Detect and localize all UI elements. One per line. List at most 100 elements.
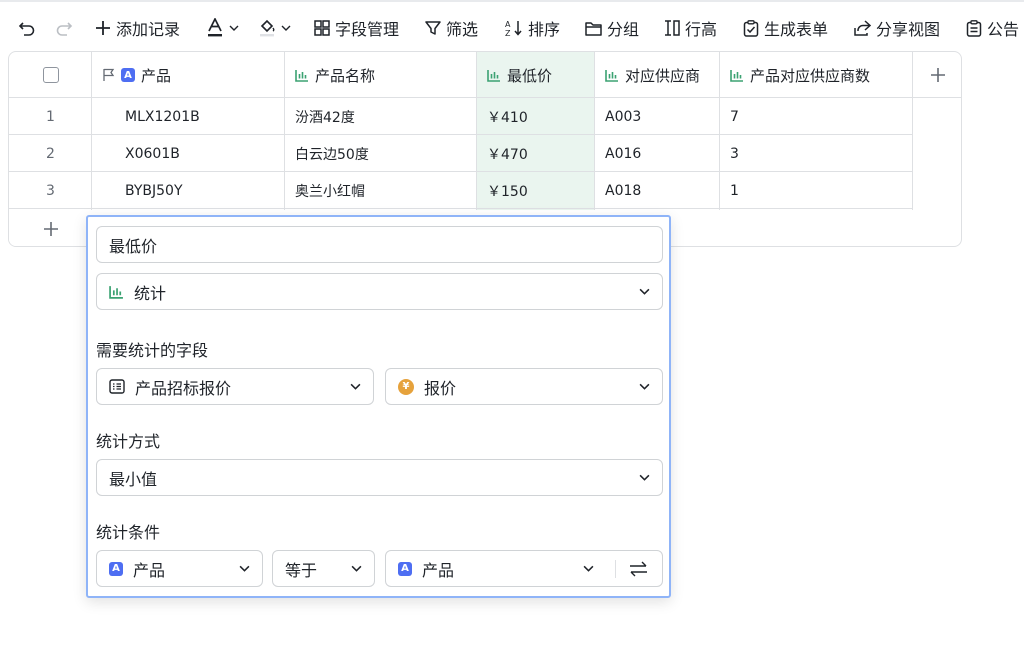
swap-icon[interactable] — [629, 561, 648, 577]
gen-form-label: 生成表单 — [764, 20, 829, 39]
notice-button[interactable]: 公告 — [966, 2, 1019, 54]
cell-product[interactable]: MLX1201B — [115, 98, 285, 135]
add-row-button[interactable] — [9, 210, 92, 246]
cell-product-name[interactable]: 汾酒42度 — [285, 98, 477, 135]
field-config-panel: 最低价 统计 需要统计的字段 产品招标报价 ¥ 报价 统计方式 最小值 统计条件… — [86, 215, 671, 598]
field-manage-label: 字段管理 — [335, 20, 400, 39]
cond-right-select[interactable]: A 产品 — [385, 550, 663, 587]
cond-op-select[interactable]: 等于 — [272, 550, 375, 587]
header-label: 最低价 — [507, 66, 553, 85]
method-label: 统计方式 — [96, 432, 161, 451]
filter-label: 筛选 — [446, 20, 479, 39]
table-row[interactable]: 2 X0601B 白云边50度 ￥470 A016 3 — [9, 135, 913, 172]
cell-supplier[interactable]: A016 — [595, 135, 720, 172]
cond-left-select[interactable]: A 产品 — [96, 550, 263, 587]
row-number: 1 — [46, 108, 55, 125]
add-record-button[interactable]: 添加记录 — [95, 2, 180, 54]
chevron-down-icon — [639, 474, 650, 481]
paint-bucket-icon — [260, 19, 275, 37]
field-name-value: 最低价 — [109, 236, 158, 256]
stat-field-select[interactable]: ¥ 报价 — [385, 368, 663, 405]
field-type-select[interactable]: 统计 — [96, 273, 663, 310]
chevron-down-icon — [583, 565, 594, 572]
stat-table-value: 产品招标报价 — [135, 378, 232, 398]
share-icon — [854, 20, 871, 36]
select-all-cell[interactable] — [9, 52, 92, 98]
method-value: 最小值 — [109, 469, 158, 489]
stat-field-value: 报价 — [424, 378, 457, 398]
add-column-button[interactable] — [913, 52, 961, 98]
divider — [615, 560, 616, 578]
header-label: 对应供应商 — [625, 66, 701, 85]
filter-icon — [425, 21, 441, 35]
flag-icon — [103, 68, 115, 81]
header-label: 产品名称 — [315, 66, 376, 85]
sort-label: 排序 — [528, 20, 561, 39]
group-button[interactable]: 分组 — [585, 2, 639, 54]
redo-icon — [56, 22, 73, 36]
stats-icon — [605, 69, 618, 82]
filter-button[interactable]: 筛选 — [425, 2, 478, 54]
chevron-down-icon — [639, 383, 650, 390]
fill-color-button[interactable] — [258, 2, 291, 54]
font-color-icon — [208, 18, 222, 37]
currency-icon: ¥ — [398, 378, 414, 395]
plus-icon — [96, 21, 110, 35]
chevron-down-icon — [350, 383, 361, 390]
plus-icon — [43, 222, 58, 236]
cell-min-price[interactable]: ￥470 — [477, 135, 595, 172]
redo-button[interactable] — [55, 2, 73, 54]
cell-product[interactable]: BYBJ50Y — [115, 172, 285, 209]
header-min-price[interactable]: 最低价 — [477, 52, 595, 98]
stats-icon — [730, 69, 743, 82]
chevron-down-icon — [351, 565, 362, 572]
cell-product-name[interactable]: 奥兰小红帽 — [285, 172, 477, 209]
text-a-icon: A — [121, 68, 135, 82]
sort-button[interactable]: AZ 排序 — [505, 2, 560, 54]
table-row[interactable]: 3 BYBJ50Y 奥兰小红帽 ￥150 A018 1 — [9, 172, 913, 209]
cell-supplier-count[interactable]: 7 — [720, 98, 913, 135]
grid-icon — [314, 20, 330, 36]
header-supplier[interactable]: 对应供应商 — [595, 52, 720, 98]
cond-left-value: 产品 — [133, 560, 166, 580]
method-select[interactable]: 最小值 — [96, 459, 663, 496]
header-supplier-count[interactable]: 产品对应供应商数 — [720, 52, 913, 98]
row-height-button[interactable]: 行高 — [664, 2, 717, 54]
plus-icon — [931, 68, 945, 82]
table-row[interactable]: 1 MLX1201B 汾酒42度 ￥410 A003 7 — [9, 98, 913, 135]
undo-icon — [18, 22, 35, 36]
notice-label: 公告 — [987, 20, 1020, 39]
chevron-down-icon — [639, 288, 650, 295]
share-view-button[interactable]: 分享视图 — [854, 2, 940, 54]
share-view-label: 分享视图 — [876, 20, 941, 39]
cell-supplier-count[interactable]: 1 — [720, 172, 913, 209]
cond-op-value: 等于 — [285, 560, 318, 580]
header-product[interactable]: A 产品 — [92, 52, 285, 98]
chevron-down-icon — [239, 565, 250, 572]
text-a-icon: A — [109, 561, 123, 576]
stat-table-select[interactable]: 产品招标报价 — [96, 368, 374, 405]
cell-supplier-count[interactable]: 3 — [720, 135, 913, 172]
cell-product[interactable]: X0601B — [115, 135, 285, 172]
cell-supplier[interactable]: A018 — [595, 172, 720, 209]
gen-form-button[interactable]: 生成表单 — [743, 2, 828, 54]
field-name-input[interactable]: 最低价 — [96, 226, 663, 263]
cell-min-price[interactable]: ￥150 — [477, 172, 595, 209]
header-product-name[interactable]: 产品名称 — [285, 52, 477, 98]
cell-product-name[interactable]: 白云边50度 — [285, 135, 477, 172]
group-label: 分组 — [607, 20, 640, 39]
clipboard-check-icon — [743, 19, 759, 37]
cell-supplier[interactable]: A003 — [595, 98, 720, 135]
sort-icon: AZ — [505, 20, 522, 37]
text-color-button[interactable] — [206, 2, 239, 54]
stat-field-label: 需要统计的字段 — [96, 341, 209, 360]
svg-text:Z: Z — [505, 29, 511, 37]
field-manage-button[interactable]: 字段管理 — [314, 2, 399, 54]
header-label: 产品对应供应商数 — [750, 66, 871, 85]
folder-icon — [585, 21, 602, 36]
stats-icon — [487, 69, 500, 82]
toolbar: 添加记录 字段管理 筛选 AZ 排序 分组 行高 生成表单 分享视图 公告 — [0, 0, 1024, 52]
select-all-checkbox[interactable] — [42, 67, 59, 83]
undo-button[interactable] — [18, 2, 36, 54]
cell-min-price[interactable]: ￥410 — [477, 98, 595, 135]
